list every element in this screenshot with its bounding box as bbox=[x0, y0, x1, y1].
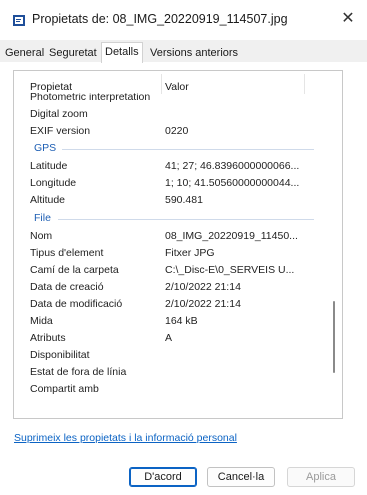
property-name: Data de modificació bbox=[30, 298, 123, 310]
tab-seguretat[interactable]: Seguretat bbox=[46, 45, 100, 62]
property-value: 2/10/2022 21:14 bbox=[165, 281, 241, 293]
properties-list[interactable]: Propietat Valor Photometric interpretati… bbox=[13, 70, 343, 419]
property-name: EXIF version bbox=[30, 125, 91, 137]
property-value: 1; 10; 41.50560000000044... bbox=[165, 177, 300, 189]
property-name: Compartit amb bbox=[30, 383, 99, 395]
property-name: Altitude bbox=[30, 194, 66, 206]
property-value: 08_IMG_20220919_11450... bbox=[165, 230, 298, 242]
property-name: Longitude bbox=[30, 177, 77, 189]
group-label: File bbox=[34, 212, 51, 224]
list-item[interactable]: Disponibilitat bbox=[14, 348, 324, 365]
property-name: Digital zoom bbox=[30, 108, 88, 120]
property-value: 590.481 bbox=[165, 194, 203, 206]
property-value: 2/10/2022 21:14 bbox=[165, 298, 241, 310]
column-header-property[interactable]: Propietat bbox=[30, 81, 72, 93]
list-item[interactable]: Tipus d'element Fitxer JPG bbox=[14, 246, 324, 263]
close-icon: ✕ bbox=[341, 10, 355, 27]
group-header-file: File bbox=[14, 211, 324, 228]
list-item[interactable]: Photometric interpretation bbox=[14, 93, 324, 106]
property-name: Estat de fora de línia bbox=[30, 366, 127, 378]
property-name: Camí de la carpeta bbox=[30, 264, 119, 276]
scrollbar-thumb[interactable] bbox=[333, 301, 335, 373]
property-name: Data de creació bbox=[30, 281, 104, 293]
tab-versions-anteriors[interactable]: Versions anteriors bbox=[147, 45, 241, 62]
vertical-scrollbar[interactable] bbox=[327, 71, 342, 418]
close-button[interactable]: ✕ bbox=[336, 7, 360, 31]
list-item[interactable]: Compartit amb bbox=[14, 382, 324, 399]
group-label: GPS bbox=[34, 142, 57, 154]
list-item[interactable]: Atributs A bbox=[14, 331, 324, 348]
list-header: Propietat Valor bbox=[14, 71, 324, 94]
column-divider[interactable] bbox=[161, 74, 162, 94]
list-item[interactable]: Data de creació 2/10/2022 21:14 bbox=[14, 280, 324, 297]
window-title: Propietats de: 08_IMG_20220919_114507.jp… bbox=[32, 12, 288, 26]
column-divider[interactable] bbox=[304, 74, 305, 94]
property-value: C:\_Disc-E\0_SERVEIS U... bbox=[165, 264, 295, 276]
property-name: Atributs bbox=[30, 332, 66, 344]
list-item[interactable]: Nom 08_IMG_20220919_11450... bbox=[14, 229, 324, 246]
title-bar: Propietats de: 08_IMG_20220919_114507.jp… bbox=[0, 0, 367, 40]
property-value: 164 kB bbox=[165, 315, 198, 327]
property-name: Photometric interpretation bbox=[30, 93, 151, 103]
group-header-gps: GPS bbox=[14, 141, 324, 158]
list-item[interactable]: Camí de la carpeta C:\_Disc-E\0_SERVEIS … bbox=[14, 263, 324, 280]
remove-properties-link[interactable]: Suprimeix les propietats i la informació… bbox=[14, 432, 237, 444]
property-name: Latitude bbox=[30, 160, 68, 172]
property-value: 41; 27; 46.8396000000066... bbox=[165, 160, 300, 172]
tab-bar: General Seguretat Detalls Versions anter… bbox=[0, 40, 367, 63]
tab-general[interactable]: General bbox=[2, 45, 47, 62]
cancel-button[interactable]: Cancel·la bbox=[207, 467, 275, 487]
property-name: Disponibilitat bbox=[30, 349, 90, 361]
list-item[interactable]: Latitude 41; 27; 46.8396000000066... bbox=[14, 159, 324, 176]
apply-button[interactable]: Aplica bbox=[287, 467, 355, 487]
property-value: Fitxer JPG bbox=[165, 247, 215, 259]
tab-detalls[interactable]: Detalls bbox=[101, 42, 143, 63]
property-value: 0220 bbox=[165, 125, 189, 137]
list-item[interactable]: Longitude 1; 10; 41.50560000000044... bbox=[14, 176, 324, 193]
property-value: A bbox=[165, 332, 173, 344]
ok-button[interactable]: D'acord bbox=[129, 467, 197, 487]
group-divider bbox=[58, 219, 314, 220]
group-divider bbox=[62, 149, 314, 150]
list-item[interactable]: EXIF version 0220 bbox=[14, 124, 324, 141]
property-name: Tipus d'element bbox=[30, 247, 104, 259]
property-name: Nom bbox=[30, 230, 53, 242]
list-item[interactable]: Digital zoom bbox=[14, 107, 324, 124]
list-item[interactable]: Estat de fora de línia bbox=[14, 365, 324, 382]
file-properties-icon bbox=[13, 15, 25, 26]
list-item[interactable]: Altitude 590.481 bbox=[14, 193, 324, 210]
list-item[interactable]: Mida 164 kB bbox=[14, 314, 324, 331]
property-name: Mida bbox=[30, 315, 53, 327]
column-header-value[interactable]: Valor bbox=[165, 81, 189, 93]
list-item[interactable]: Data de modificació 2/10/2022 21:14 bbox=[14, 297, 324, 314]
